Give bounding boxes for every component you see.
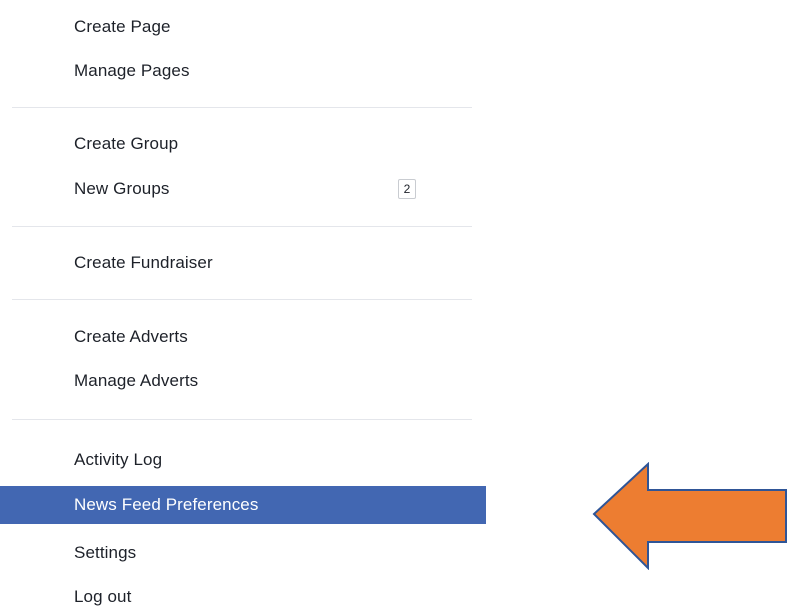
menu-item-label: Create Adverts [74,327,188,346]
menu-item-label: Settings [74,543,137,562]
menu-item-label: Create Page [74,17,171,36]
menu-item-manage-pages[interactable]: Manage Pages [0,52,486,90]
menu-item-new-groups[interactable]: New Groups 2 [0,170,486,208]
menu-item-label: News Feed Preferences [74,495,259,514]
menu-item-label: Create Fundraiser [74,253,213,272]
left-arrow-icon [592,462,787,570]
new-groups-count-badge: 2 [398,179,416,199]
menu-item-label: Create Group [74,134,179,153]
menu-item-log-out[interactable]: Log out [0,578,486,616]
menu-item-label: Manage Adverts [74,371,199,390]
menu-divider [12,299,472,300]
menu-item-create-group[interactable]: Create Group [0,125,486,163]
menu-divider [12,226,472,227]
menu-item-activity-log[interactable]: Activity Log [0,441,486,479]
arrow-shape [592,462,787,570]
menu-divider [12,419,472,420]
menu-divider [12,107,472,108]
menu-item-label: New Groups [74,179,170,198]
menu-item-create-page[interactable]: Create Page [0,8,486,46]
menu-item-label: Manage Pages [74,61,190,80]
menu-item-label: Activity Log [74,450,163,469]
menu-item-label: Log out [74,587,132,606]
menu-item-create-adverts[interactable]: Create Adverts [0,318,486,356]
menu-item-manage-adverts[interactable]: Manage Adverts [0,362,486,400]
menu-item-news-feed-preferences[interactable]: News Feed Preferences [0,486,486,524]
menu-item-settings[interactable]: Settings [0,534,486,572]
menu-item-create-fundraiser[interactable]: Create Fundraiser [0,244,486,282]
